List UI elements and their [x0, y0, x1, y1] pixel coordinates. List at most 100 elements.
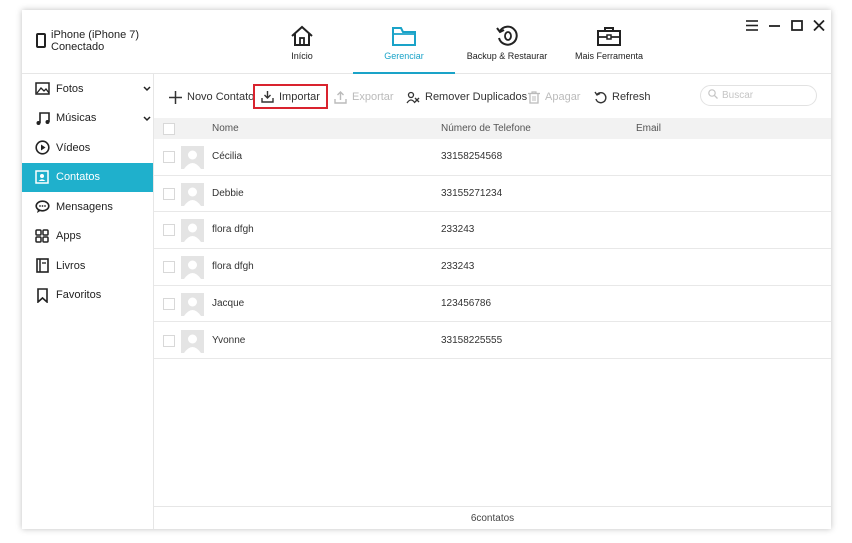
menu-button[interactable]: [744, 18, 760, 32]
sidebar-item-contatos[interactable]: Contatos: [22, 162, 153, 192]
table-row[interactable]: flora dfgh 233243: [154, 249, 831, 286]
table-row[interactable]: flora dfgh 233243: [154, 212, 831, 250]
import-label: Importar: [279, 90, 320, 103]
column-header-phone[interactable]: Número de Telefone: [441, 123, 531, 134]
export-button[interactable]: Exportar: [334, 86, 394, 108]
sidebar-item-apps[interactable]: Apps: [22, 222, 153, 252]
sidebar-item-label: Favoritos: [56, 289, 102, 302]
import-icon: [261, 90, 274, 103]
search-icon: [708, 89, 718, 102]
contact-name: Cécilia: [212, 151, 243, 162]
sidebar-item-label: Livros: [56, 259, 86, 272]
sidebar-item-videos[interactable]: Vídeos: [22, 133, 153, 163]
trash-icon: [528, 90, 540, 104]
maximize-button[interactable]: [789, 18, 805, 32]
row-checkbox[interactable]: [163, 151, 175, 163]
sidebar-item-musicas[interactable]: Músicas: [22, 104, 153, 134]
message-icon: [34, 199, 50, 215]
avatar: [181, 219, 204, 243]
maximize-icon: [791, 19, 803, 31]
column-header-name[interactable]: Nome: [212, 123, 239, 134]
tab-gerenciar-label: Gerenciar: [384, 51, 424, 61]
sidebar-item-label: Músicas: [56, 112, 97, 125]
new-contact-button[interactable]: Novo Contato: [169, 86, 254, 108]
contact-name: Yvonne: [212, 334, 246, 346]
book-icon: [34, 258, 50, 274]
contact-phone: 123456786: [441, 297, 492, 309]
row-checkbox[interactable]: [163, 187, 175, 200]
close-button[interactable]: [811, 18, 827, 32]
tab-backup-restaurar[interactable]: Backup & Restaurar: [467, 10, 547, 74]
search-input[interactable]: [722, 90, 807, 101]
avatar: [181, 292, 204, 316]
contact-phone: 33158225555: [441, 334, 503, 346]
backup-restore-icon: [496, 25, 518, 46]
column-header-email[interactable]: Email: [636, 123, 661, 134]
phone-icon: [36, 33, 46, 48]
minimize-button[interactable]: [767, 18, 783, 32]
sidebar-item-label: Contatos: [56, 171, 101, 184]
play-icon: [34, 140, 50, 156]
avatar: [181, 329, 204, 353]
table-row[interactable]: Debbie 33155271234: [154, 176, 831, 213]
header: iPhone (iPhone 7) Conectado Início Geren…: [22, 10, 831, 74]
refresh-button[interactable]: Refresh: [594, 86, 651, 108]
row-checkbox[interactable]: [163, 224, 175, 237]
avatar: [181, 182, 204, 206]
app-window: iPhone (iPhone 7) Conectado Início Geren…: [22, 10, 831, 529]
row-checkbox[interactable]: [163, 297, 175, 310]
contact-count: 6contatos: [154, 506, 831, 529]
tab-inicio[interactable]: Início: [278, 10, 326, 74]
refresh-icon: [594, 91, 607, 104]
import-button[interactable]: Importar: [253, 84, 328, 109]
sidebar-item-label: Fotos: [56, 82, 84, 95]
new-contact-label: Novo Contato: [187, 91, 255, 103]
export-label: Exportar: [352, 91, 394, 103]
sidebar-item-mensagens[interactable]: Mensagens: [22, 192, 153, 222]
toolbar: Novo Contato Importar Exportar Remover D…: [154, 74, 831, 118]
home-icon: [291, 25, 313, 46]
delete-label: Apagar: [545, 91, 581, 103]
photo-icon: [34, 81, 50, 97]
remove-duplicates-button[interactable]: Remover Duplicados: [406, 86, 527, 108]
contact-phone: 233243: [441, 261, 475, 273]
table-row[interactable]: Cécilia 33158254568: [154, 139, 831, 176]
row-checkbox[interactable]: [163, 334, 175, 347]
contact-phone: 33155271234: [441, 187, 503, 199]
table-header: Nome Número de Telefone Email: [154, 118, 831, 139]
sidebar-item-fotos[interactable]: Fotos: [22, 74, 153, 104]
menu-icon: [746, 19, 758, 31]
contact-phone: 233243: [441, 224, 475, 236]
sidebar-item-favoritos[interactable]: Favoritos: [22, 281, 153, 311]
search-box[interactable]: [700, 85, 817, 106]
avatar: [181, 146, 204, 169]
sidebar-item-label: Mensagens: [56, 200, 113, 213]
bookmark-icon: [34, 287, 50, 303]
tab-mais-label: Mais Ferramenta: [574, 51, 644, 61]
refresh-label: Refresh: [612, 91, 651, 103]
tab-mais-ferramenta[interactable]: Mais Ferramenta: [574, 10, 644, 74]
folder-icon: [392, 27, 416, 46]
tab-gerenciar[interactable]: Gerenciar: [353, 10, 455, 74]
device-info: iPhone (iPhone 7) Conectado: [36, 29, 139, 53]
avatar: [181, 256, 204, 280]
table-row[interactable]: Jacque 123456786: [154, 286, 831, 323]
main-panel: Novo Contato Importar Exportar Remover D…: [154, 74, 831, 529]
sidebar-item-label: Apps: [56, 230, 82, 243]
export-icon: [334, 90, 347, 104]
tab-inicio-label: Início: [291, 51, 313, 61]
contact-name: flora dfgh: [212, 261, 254, 273]
sidebar-item-livros[interactable]: Livros: [22, 251, 153, 281]
chevron-down-icon[interactable]: [143, 113, 151, 125]
plus-icon: [169, 90, 182, 104]
remove-duplicates-icon: [406, 91, 420, 104]
chevron-down-icon[interactable]: [143, 83, 151, 95]
delete-button[interactable]: Apagar: [528, 86, 580, 108]
contact-name: Debbie: [212, 187, 244, 199]
row-checkbox[interactable]: [163, 261, 175, 274]
contact-name: Jacque: [212, 297, 245, 309]
apps-icon: [34, 228, 50, 244]
sidebar: Fotos Músicas Vídeos Contatos Mensagens …: [22, 74, 154, 529]
select-all-checkbox[interactable]: [163, 123, 175, 135]
table-row[interactable]: Yvonne 33158225555: [154, 323, 831, 360]
